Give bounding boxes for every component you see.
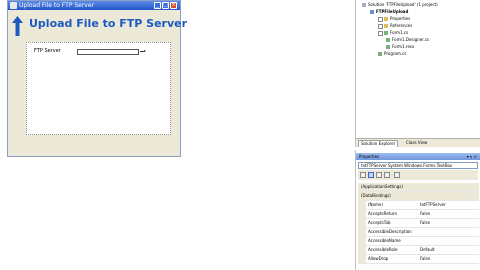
object-selector[interactable]: txtFTPServer System.Windows.Forms.TextBo…: [358, 162, 478, 169]
ftp-panel: FTP Server: [26, 42, 171, 135]
cs-file-icon: [378, 52, 382, 56]
tab-class-view[interactable]: Class View: [404, 140, 429, 146]
property-category[interactable]: (DataBindings): [358, 192, 479, 201]
expand-icon[interactable]: [378, 16, 383, 22]
property-value[interactable]: False: [420, 219, 430, 227]
form-app-icon: [10, 2, 17, 9]
minimize-icon[interactable]: _: [154, 2, 161, 9]
solution-icon: [362, 3, 366, 7]
property-category[interactable]: (ApplicationSettings): [358, 183, 479, 192]
properties-title-bar: Properties ▾ ╕ ×: [356, 153, 480, 160]
form-title-bar[interactable]: Upload File to FTP Server _ □ ×: [8, 1, 180, 10]
row-gutter: [358, 246, 366, 254]
property-value[interactable]: Default: [420, 246, 435, 254]
row-gutter: [358, 255, 366, 263]
close-icon[interactable]: ×: [170, 2, 177, 9]
row-gutter: [358, 219, 366, 227]
tree-item[interactable]: Form1.cs: [378, 30, 408, 36]
tree-item-label: Program.cs: [384, 51, 407, 56]
cs-file-icon: [386, 38, 390, 42]
row-gutter: [358, 237, 366, 245]
categorized-icon[interactable]: [360, 172, 366, 178]
property-row[interactable]: AllowDrop False: [358, 255, 479, 264]
property-row[interactable]: AccessibleRole Default: [358, 246, 479, 255]
tree-item-label: Solution 'FTPFileUpload' (1 project): [368, 2, 438, 7]
tree-item[interactable]: References: [378, 23, 412, 29]
property-name: AccessibleDescription: [368, 229, 412, 234]
row-gutter: [358, 210, 366, 218]
property-name: (Name): [368, 202, 383, 207]
solution-explorer: Solution 'FTPFileUpload' (1 project) FTPF…: [355, 0, 480, 138]
explorer-tabs: Solution Explorer Class View: [355, 138, 480, 147]
expand-icon[interactable]: [378, 30, 383, 36]
folder-icon: [384, 24, 388, 28]
tree-item-label: References: [390, 23, 413, 28]
properties-title: Properties: [359, 154, 380, 159]
tree-item-label: Form1.Designer.cs: [392, 37, 429, 42]
folder-icon: [384, 17, 388, 21]
property-row[interactable]: AccessibleDescription: [358, 228, 479, 237]
alphabetical-icon[interactable]: [368, 172, 374, 178]
property-row[interactable]: AcceptsTab False: [358, 219, 479, 228]
form-icon: [384, 31, 388, 35]
resx-file-icon: [386, 45, 390, 49]
events-icon[interactable]: [384, 172, 390, 178]
property-row[interactable]: (Name) txtFTPServer: [358, 201, 479, 210]
property-row[interactable]: AccessibleName: [358, 237, 479, 246]
upload-arrow-icon: [12, 16, 23, 36]
property-row[interactable]: AcceptsReturn False: [358, 210, 479, 219]
tree-item[interactable]: Form1.Designer.cs: [386, 37, 429, 43]
property-pages-icon[interactable]: [394, 172, 400, 178]
tree-item[interactable]: Form1.resx: [386, 44, 414, 50]
form-window[interactable]: Upload File to FTP Server _ □ × Upload F…: [7, 0, 187, 157]
ftp-server-textbox[interactable]: [77, 49, 139, 55]
tree-item[interactable]: Solution 'FTPFileUpload' (1 project): [362, 2, 438, 8]
tree-item-label: Properties: [390, 16, 411, 21]
property-value[interactable]: txtFTPServer: [420, 201, 446, 209]
tree-item[interactable]: Program.cs: [378, 51, 406, 57]
tree-item[interactable]: FTPFileUpload: [370, 9, 408, 15]
properties-toolbar: [358, 170, 478, 180]
form-client-area: Upload File to FTP Server FTP Server: [9, 10, 187, 156]
ftp-server-label: FTP Server: [34, 48, 61, 54]
property-name: AcceptsTab: [368, 220, 391, 225]
property-value[interactable]: False: [420, 255, 430, 263]
expand-icon[interactable]: [378, 23, 383, 29]
row-gutter: [358, 228, 366, 236]
form-title-text: Upload File to FTP Server: [19, 2, 95, 9]
properties-icon[interactable]: [376, 172, 382, 178]
property-name: AccessibleRole: [368, 247, 398, 252]
property-name: AccessibleName: [368, 238, 401, 243]
tree-item-label: Form1.cs: [390, 30, 409, 35]
properties-window: Properties ▾ ╕ × txtFTPServer System.Win…: [355, 150, 480, 270]
row-gutter: [358, 201, 366, 209]
tree-item[interactable]: Properties: [378, 16, 410, 22]
property-value[interactable]: False: [420, 210, 430, 218]
property-grid: (ApplicationSettings) (DataBindings) (Name…: [358, 183, 479, 264]
category-label: (ApplicationSettings): [361, 184, 403, 189]
tab-solution-explorer[interactable]: Solution Explorer: [358, 140, 399, 147]
property-name: AcceptsReturn: [368, 211, 397, 216]
maximize-icon[interactable]: □: [162, 2, 169, 9]
property-name: AllowDrop: [368, 256, 389, 261]
designer-surface: Upload File to FTP Server _ □ × Upload F…: [0, 0, 354, 270]
upload-heading: Upload File to FTP Server: [29, 17, 188, 30]
textbox-resize-handle[interactable]: [140, 50, 146, 52]
tree-item-label: Form1.resx: [392, 44, 415, 49]
category-label: (DataBindings): [361, 193, 391, 198]
project-icon: [370, 10, 374, 14]
tree-item-label: FTPFileUpload: [376, 9, 409, 14]
properties-window-buttons[interactable]: ▾ ╕ ×: [467, 153, 477, 160]
